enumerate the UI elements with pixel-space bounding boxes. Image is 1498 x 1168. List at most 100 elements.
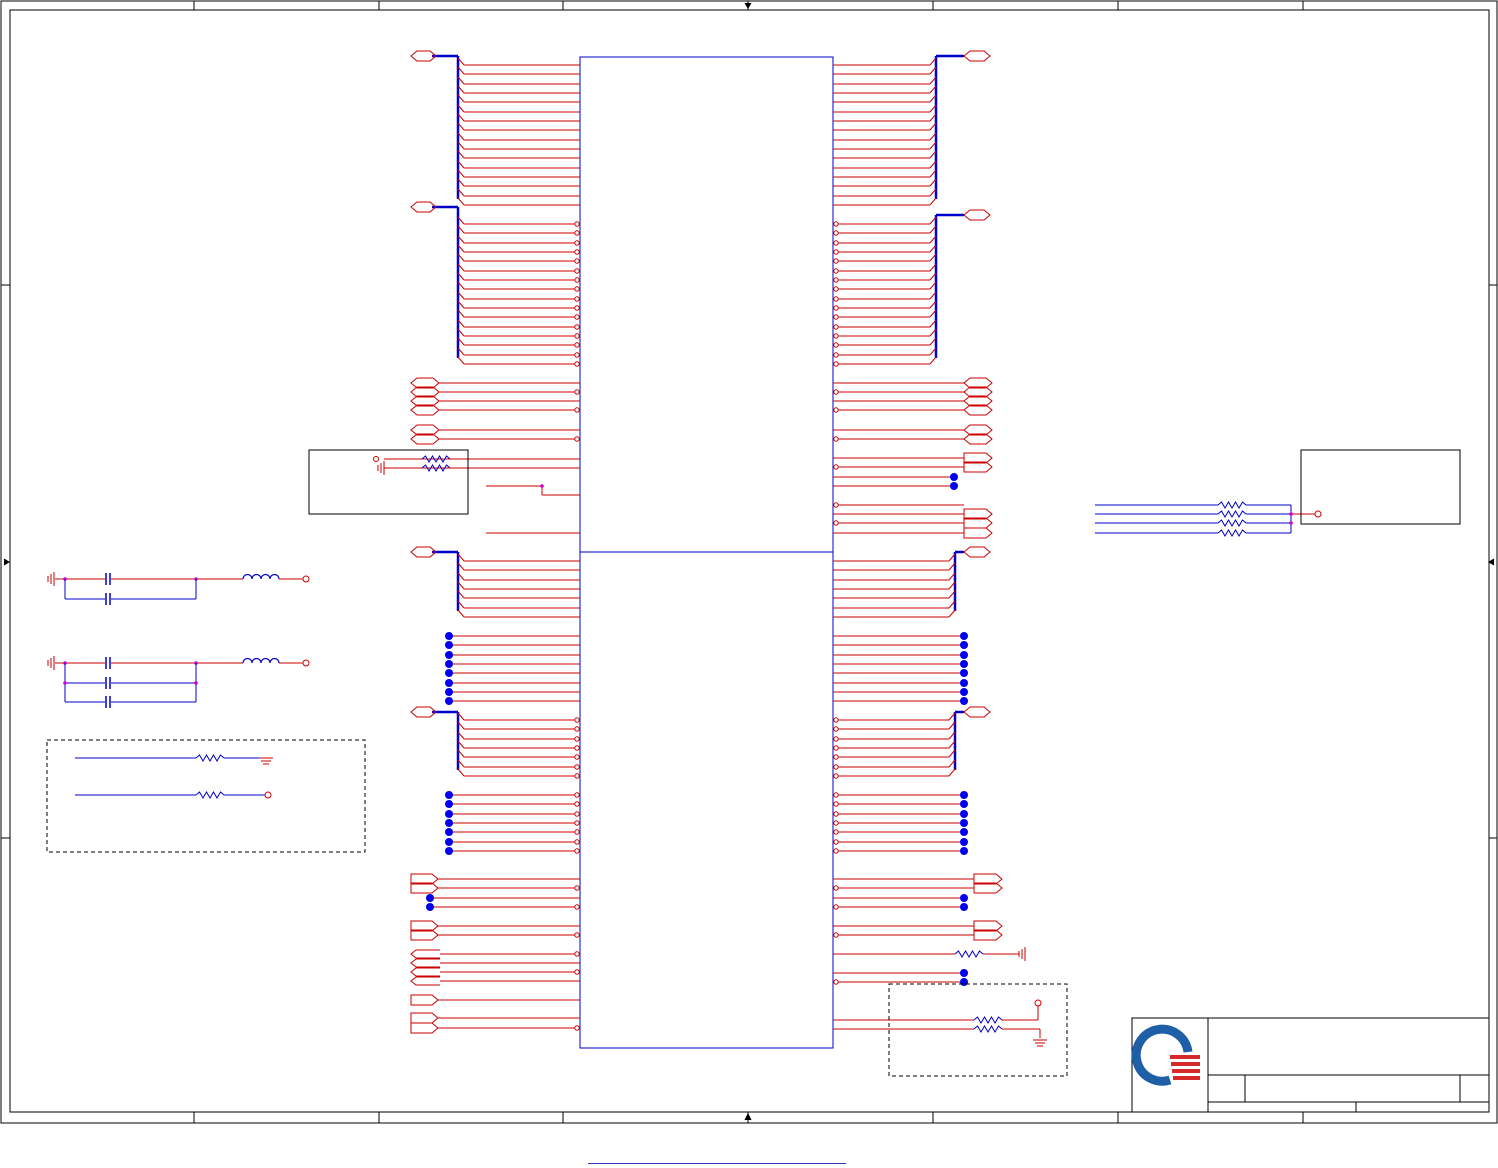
frame-arrow-icon xyxy=(3,558,10,566)
junction-dot xyxy=(950,482,958,490)
resistor-icon xyxy=(1217,501,1247,509)
inverted-pin-circle xyxy=(833,249,839,255)
inverted-pin-circle xyxy=(833,324,839,330)
bus-offpage-connector-icon xyxy=(963,706,991,718)
inverted-pin-circle xyxy=(574,333,580,339)
inverted-pin-circle xyxy=(574,352,580,358)
pin-circle xyxy=(833,811,839,817)
bus-offpage-connector-icon xyxy=(963,546,991,558)
port-flag-icon xyxy=(410,994,439,1006)
junction-dot xyxy=(445,847,453,855)
junction-dot xyxy=(445,641,453,649)
power-pin-icon xyxy=(302,575,310,583)
junction-dot xyxy=(960,679,968,687)
bus-ripper xyxy=(457,609,465,618)
pin-circle xyxy=(574,932,580,938)
inverted-pin-circle xyxy=(833,221,839,227)
annotation-boxes xyxy=(46,449,1461,1077)
pin-circle xyxy=(574,829,580,835)
pin-circle xyxy=(574,848,580,854)
inverted-pin-circle xyxy=(574,717,580,723)
footer-link[interactable] xyxy=(588,1160,846,1164)
inverted-pin-circle xyxy=(833,240,839,246)
node-dot xyxy=(1289,512,1293,516)
inverted-pin-circle xyxy=(574,230,580,236)
bus-ripper xyxy=(457,768,465,777)
schematic-sheet xyxy=(0,0,1498,1124)
junction-dot xyxy=(960,791,968,799)
inverted-pin-circle xyxy=(574,754,580,760)
frame-arrow-icon xyxy=(744,2,752,9)
power-pin-icon xyxy=(264,791,272,799)
power-pin-icon xyxy=(1314,510,1322,518)
port-flag-icon xyxy=(963,527,993,539)
pin-circle xyxy=(574,436,580,442)
inverted-pin-circle xyxy=(833,296,839,302)
pin-circle xyxy=(833,829,839,835)
junction-dot xyxy=(445,669,453,677)
pin-circle xyxy=(833,904,839,910)
resistor-icon xyxy=(195,791,225,799)
logo-stripe xyxy=(1170,1055,1200,1059)
inverted-pin-circle xyxy=(574,258,580,264)
inverted-pin-circle xyxy=(833,258,839,264)
pin-circle xyxy=(833,502,839,508)
inverted-pin-circle xyxy=(833,286,839,292)
pin-circle xyxy=(574,951,580,957)
inverted-pin-circle xyxy=(574,249,580,255)
junction-dot xyxy=(950,473,958,481)
junction-dot xyxy=(445,651,453,659)
left-bus-group xyxy=(410,50,580,855)
inverted-pin-circle xyxy=(574,286,580,292)
power-filter-section xyxy=(47,572,310,708)
inverted-pin-circle xyxy=(574,764,580,770)
junction-dot xyxy=(960,810,968,818)
pin-circle xyxy=(574,801,580,807)
drawing-frame xyxy=(0,0,1498,1124)
inductor-icon xyxy=(242,573,280,580)
frame-arrow-icon xyxy=(744,1112,752,1121)
inductor-icon xyxy=(242,657,280,664)
junction-dot xyxy=(960,651,968,659)
junction-dot xyxy=(960,632,968,640)
power-pin-icon xyxy=(373,456,379,462)
resistor-icon xyxy=(973,1025,1003,1033)
pin-circle xyxy=(833,839,839,845)
port-flag-icon xyxy=(410,949,440,959)
inverted-pin-circle xyxy=(574,277,580,283)
junction-dot xyxy=(960,838,968,846)
right-signal-lines xyxy=(833,377,1322,1047)
ic-component xyxy=(579,56,834,1049)
bus-ripper xyxy=(457,197,465,206)
inverted-pin-circle xyxy=(574,736,580,742)
inverted-pin-circle xyxy=(574,773,580,779)
pin-circle xyxy=(574,969,580,975)
port-flag-icon xyxy=(410,976,440,986)
pin-circle xyxy=(574,811,580,817)
bus-offpage-connector-icon xyxy=(963,209,991,221)
inverted-pin-circle xyxy=(833,361,839,367)
junction-dot xyxy=(960,641,968,649)
pin-circle xyxy=(833,979,839,985)
inverted-pin-circle xyxy=(574,324,580,330)
power-pin-icon xyxy=(302,659,310,667)
inverted-pin-circle xyxy=(574,342,580,348)
inverted-pin-circle xyxy=(833,736,839,742)
node-dot xyxy=(194,681,198,685)
pin-circle xyxy=(833,464,839,470)
resistor-icon xyxy=(1217,519,1247,527)
bus-ripper xyxy=(948,609,956,618)
bus-ripper xyxy=(929,197,937,206)
inverted-pin-circle xyxy=(833,333,839,339)
pin-circle xyxy=(574,792,580,798)
resistor-icon xyxy=(195,754,225,762)
bus-ripper xyxy=(929,356,937,365)
pin-circle xyxy=(833,792,839,798)
inverted-pin-circle xyxy=(574,221,580,227)
frame-arrow-icon xyxy=(1488,558,1495,566)
pin-circle xyxy=(833,389,839,395)
junction-dot xyxy=(960,828,968,836)
pin-circle xyxy=(574,820,580,826)
node-dot xyxy=(540,484,544,488)
outer-border xyxy=(0,0,1498,1124)
